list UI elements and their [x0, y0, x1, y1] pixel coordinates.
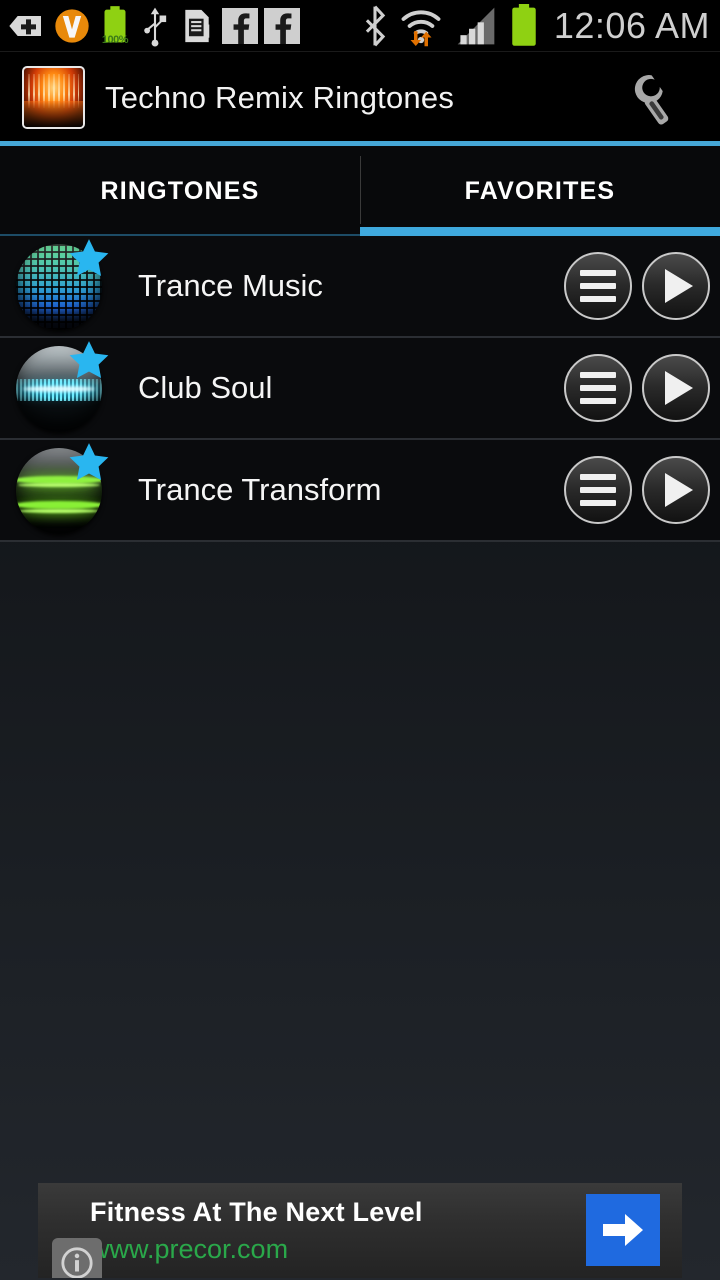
play-icon-triangle [665, 371, 693, 405]
favorite-star-icon[interactable] [66, 440, 112, 486]
back-plus-icon [6, 6, 46, 46]
content-area: Trance Music Club Soul Trance Transform [0, 236, 720, 1280]
list-item-actions [564, 456, 720, 524]
play-icon-triangle [665, 269, 693, 303]
viber-icon [52, 6, 92, 46]
list-item-actions [564, 354, 720, 422]
ad-text-block: Fitness At The Next Level www.precor.com [90, 1197, 423, 1265]
menu-icon-lines [580, 372, 616, 404]
menu-icon-lines [580, 474, 616, 506]
battery-percent-label: 100% [101, 33, 129, 46]
status-bar-clock: 12:06 AM [553, 4, 710, 46]
tab-ringtones[interactable]: RINGTONES [0, 146, 360, 236]
ad-url[interactable]: www.precor.com [90, 1234, 423, 1265]
tab-favorites-underline [360, 227, 720, 236]
tab-divider [360, 156, 361, 224]
wrench-icon[interactable] [630, 69, 688, 127]
thumbnail-wrap [10, 340, 109, 436]
thumbnail-wrap [10, 442, 109, 538]
info-icon[interactable] [52, 1238, 102, 1278]
battery-icon [508, 3, 540, 48]
status-bar: 100% 12:06 AM [0, 0, 720, 52]
ad-banner[interactable]: Fitness At The Next Level www.precor.com [38, 1183, 682, 1278]
tab-favorites[interactable]: FAVORITES [360, 146, 720, 236]
tab-bar: RINGTONES FAVORITES [0, 146, 720, 236]
wifi-icon [398, 5, 444, 47]
status-bar-right-icons: 12:06 AM [362, 3, 720, 48]
list-item[interactable]: Trance Music [0, 236, 720, 338]
facebook-icon [222, 7, 258, 44]
list-item-actions [564, 252, 720, 320]
list-item-title: Trance Transform [138, 472, 382, 507]
menu-icon[interactable] [564, 456, 632, 524]
page-title: Techno Remix Ringtones [105, 79, 455, 115]
menu-icon-lines [580, 270, 616, 302]
tab-ringtones-label: RINGTONES [100, 176, 260, 205]
favorite-star-icon[interactable] [66, 338, 112, 384]
play-icon-triangle [665, 473, 693, 507]
tab-favorites-label: FAVORITES [464, 176, 616, 205]
play-icon[interactable] [642, 354, 710, 422]
cellular-signal-icon [454, 5, 498, 47]
light-band-2b [19, 509, 99, 514]
app-screen: 100% 12:06 AM Techno Remix Ringtones RIN… [0, 0, 720, 1280]
arrow-right-icon[interactable] [586, 1194, 660, 1266]
list-item[interactable]: Trance Transform [0, 440, 720, 542]
app-title-bar: Techno Remix Ringtones [0, 52, 720, 143]
app-logo-equalizer-icon [22, 66, 85, 129]
usb-icon [138, 5, 172, 47]
list-item[interactable]: Club Soul [0, 338, 720, 440]
menu-icon[interactable] [564, 252, 632, 320]
sd-card-icon [178, 6, 216, 46]
play-icon[interactable] [642, 252, 710, 320]
play-icon[interactable] [642, 456, 710, 524]
ringtone-list: Trance Music Club Soul Trance Transform [0, 236, 720, 542]
thumbnail-wrap [10, 238, 109, 334]
favorite-star-icon[interactable] [66, 236, 112, 282]
list-item-title: Club Soul [138, 370, 273, 405]
bluetooth-icon [362, 5, 388, 47]
ad-headline: Fitness At The Next Level [90, 1197, 423, 1227]
battery-charge-icon: 100% [98, 4, 132, 48]
facebook-icon-2 [264, 7, 300, 44]
menu-icon[interactable] [564, 354, 632, 422]
list-item-title: Trance Music [138, 268, 323, 303]
status-bar-left-icons: 100% [0, 4, 300, 48]
